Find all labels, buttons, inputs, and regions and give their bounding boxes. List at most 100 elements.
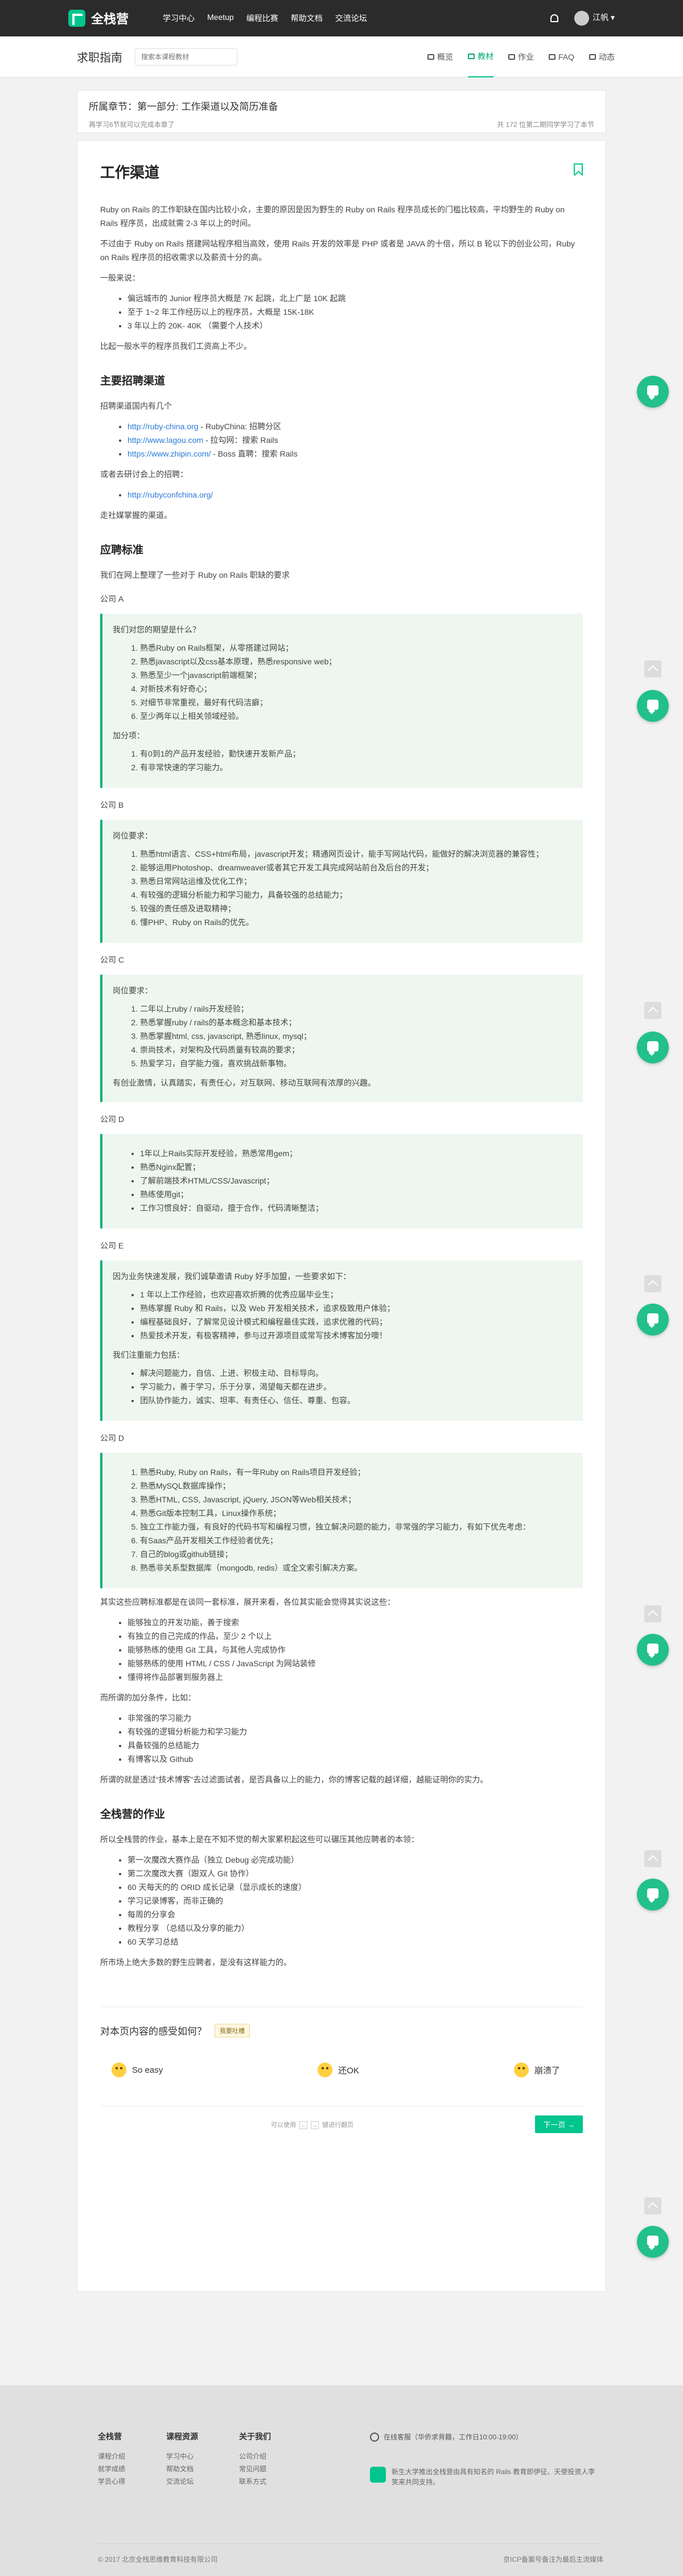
nav-link-contest[interactable]: 编程比赛 <box>246 13 278 24</box>
list-item: 能够运用Photoshop、dreamweaver或者其它开发工具完成网站前台及… <box>140 861 575 874</box>
right-arrow-key-icon: → <box>311 2121 319 2130</box>
footer-link[interactable]: 交流论坛 <box>166 2475 198 2488</box>
course-tabs: 概览 教材 作业 FAQ 动态 <box>427 36 615 77</box>
list-item: 二年以上ruby / rails开发经验； <box>140 1002 575 1016</box>
back-to-top-button[interactable] <box>644 1850 661 1867</box>
feedback-option-label: 崩溃了 <box>534 2065 560 2076</box>
chat-float-button[interactable] <box>637 1634 669 1666</box>
tab-faq[interactable]: FAQ <box>548 36 574 77</box>
footer-link[interactable]: 联系方式 <box>239 2475 271 2488</box>
course-search-input[interactable] <box>135 48 237 65</box>
company-label: 公司 B <box>100 800 124 810</box>
footer-link[interactable]: 就学成绩 <box>98 2463 125 2475</box>
list-item: 偏远城市的 Junior 程序员大概是 7K 起跳，北上广是 10K 起跳 <box>127 291 583 305</box>
company-label: 公司 D <box>100 1115 124 1124</box>
neutral-emoji-icon <box>318 2063 333 2077</box>
chapter-learners: 共 172 位第二期同学学习了本节 <box>497 121 594 129</box>
list-item: 有较强的逻辑分析能力和学习能力 <box>127 1725 583 1739</box>
footer-link[interactable]: 学员心得 <box>98 2475 125 2488</box>
list-item: 1 年以上工作经验，也欢迎喜欢折腾的优秀应届毕业生； <box>140 1288 575 1301</box>
tab-homework-label: 作业 <box>517 52 534 61</box>
list-item: 熟悉Git版本控制工具，Linux操作系统； <box>140 1506 575 1520</box>
course-subnav: 求职指南 概览 教材 作业 FAQ 动态 <box>0 36 683 77</box>
footer-link[interactable]: 常见问题 <box>239 2463 271 2475</box>
avatar <box>574 11 590 26</box>
tab-homework[interactable]: 作业 <box>508 36 534 77</box>
nav-link-meetup[interactable]: Meetup <box>207 13 234 24</box>
chat-float-button[interactable] <box>637 690 669 722</box>
list-item: 熟悉HTML, CSS, Javascript, jQuery, JSON等We… <box>140 1493 575 1506</box>
footer-link[interactable]: 帮助文档 <box>166 2463 198 2475</box>
tab-materials[interactable]: 教材 <box>467 36 493 77</box>
footer-col-about: 关于我们 公司介绍 常见问题 联系方式 <box>239 2431 271 2488</box>
list-item: 懂得将作品部署到服务器上 <box>127 1670 583 1684</box>
list-item: 第一次魔改大赛作品（独立 Debug 必完成功能） <box>127 1853 583 1867</box>
back-to-top-button[interactable] <box>644 1275 661 1292</box>
list-item: 有Saas产品开发相关工作经验者优先； <box>140 1534 575 1547</box>
section-heading-requirements: 应聘标准 <box>100 544 144 556</box>
nav-link-forum[interactable]: 交流论坛 <box>335 13 367 24</box>
feedback-options: So easy 还OK 崩溃了 <box>100 2037 583 2077</box>
list-item: 具备较强的总结能力 <box>127 1739 583 1752</box>
back-to-top-button[interactable] <box>644 1002 661 1019</box>
tab-activity[interactable]: 动态 <box>589 36 615 77</box>
complain-button[interactable]: 我要吐槽 <box>215 2023 250 2037</box>
chat-float-button[interactable] <box>637 2226 669 2258</box>
chat-float-button[interactable] <box>637 1304 669 1336</box>
channel-link[interactable]: https://www.zhipin.com/ <box>127 449 211 458</box>
bookmark-icon[interactable] <box>574 163 583 175</box>
book-icon <box>467 53 475 59</box>
feedback-option-label: So easy <box>132 2065 163 2075</box>
footer-link[interactable]: 公司介绍 <box>239 2450 271 2463</box>
conf-link[interactable]: http://rubyconfchina.org/ <box>127 490 213 499</box>
channel-link[interactable]: http://www.lagou.com <box>127 436 203 445</box>
user-menu[interactable]: 江帆 ▾ <box>574 11 615 26</box>
chat-float-button[interactable] <box>637 1879 669 1911</box>
footer-logo-icon <box>370 2467 386 2483</box>
feedback-option-easy[interactable]: So easy <box>112 2063 163 2077</box>
channel-link[interactable]: http://ruby-china.org <box>127 422 199 431</box>
brand-logo[interactable]: 全栈营 <box>68 9 129 27</box>
back-to-top-button[interactable] <box>644 2197 661 2215</box>
bell-icon[interactable] <box>550 14 559 22</box>
tab-overview[interactable]: 概览 <box>427 36 453 77</box>
nav-link-docs[interactable]: 帮助文档 <box>291 13 323 24</box>
next-page-button[interactable]: 下一页 → <box>535 2115 583 2133</box>
list-item: 熟悉日常网站运维及优化工作； <box>140 874 575 888</box>
list-item: 自己的blog或github链接； <box>140 1547 575 1561</box>
course-title: 求职指南 <box>77 52 122 64</box>
list-item: 有非常快速的学习能力。 <box>140 761 575 774</box>
left-arrow-key-icon: ← <box>299 2121 308 2130</box>
company-a-quote: 我们对您的期望是什么？ 熟悉Ruby on Rails框架，从零搭建过网站； 熟… <box>100 614 583 788</box>
list-item: 能够熟练的使用 Git 工具，与其他人完成协作 <box>127 1643 583 1657</box>
list-item: 熟悉Nginx配置； <box>140 1160 575 1174</box>
list-item: 第二次魔改大赛（跟双人 Git 协作） <box>127 1867 583 1880</box>
site-footer: 全栈营 课程介绍 就学成绩 学员心得 课程资源 学习中心 帮助文档 交流论坛 关… <box>0 2385 683 2576</box>
requirements-intro: 我们在网上整理了一些对于 Ruby on Rails 职缺的要求 <box>100 570 290 580</box>
quote-subheading: 我们注重能力包括： <box>113 1350 184 1359</box>
footer-col-title: 关于我们 <box>239 2432 271 2441</box>
intro-paragraph: Ruby on Rails 的工作职缺在国内比较小众，主要的原因是因为野生的 R… <box>100 205 565 228</box>
nav-link-learning-center[interactable]: 学习中心 <box>163 13 195 24</box>
section-heading-homework: 全栈营的作业 <box>100 1809 166 1821</box>
footer-col-title: 课程资源 <box>166 2432 199 2441</box>
footer-link[interactable]: 课程介绍 <box>98 2450 125 2463</box>
homework-note: 所市场上绝大多数的野生应聘者，是没有这样能力的。 <box>100 1958 291 1967</box>
quote-subheading: 加分项： <box>113 731 145 740</box>
list-item: http://ruby-china.org - RubyChina: 招聘分区 <box>127 420 583 433</box>
footer-link[interactable]: 学习中心 <box>166 2450 198 2463</box>
chat-float-button[interactable] <box>637 1032 669 1063</box>
conf-intro: 或者去研讨会上的招聘： <box>100 470 188 479</box>
crying-emoji-icon <box>513 2063 529 2077</box>
feedback-option-ok[interactable]: 还OK <box>318 2063 359 2077</box>
bonus-conditions-list: 非常强的学习能力 有较强的逻辑分析能力和学习能力 具备较强的总结能力 有博客以及… <box>127 1711 583 1766</box>
back-to-top-button[interactable] <box>644 660 661 677</box>
back-to-top-button[interactable] <box>644 1605 661 1622</box>
chat-float-button[interactable] <box>637 376 669 408</box>
channels-intro: 招聘渠道国内有几个 <box>100 401 172 410</box>
list-item: 解决问题能力，自信、上进、积极主动、目标导向。 <box>140 1366 575 1380</box>
list-item: 热爱学习，自学能力强，喜欢挑战新事物。 <box>140 1057 575 1070</box>
list-item: 有独立的自己完成的作品，至少 2 个以上 <box>127 1629 583 1643</box>
feedback-option-crash[interactable]: 崩溃了 <box>513 2063 560 2077</box>
footer-hotline[interactable]: 在线客服（华侨求背籍，工作日10:00-19:00） <box>370 2432 598 2442</box>
